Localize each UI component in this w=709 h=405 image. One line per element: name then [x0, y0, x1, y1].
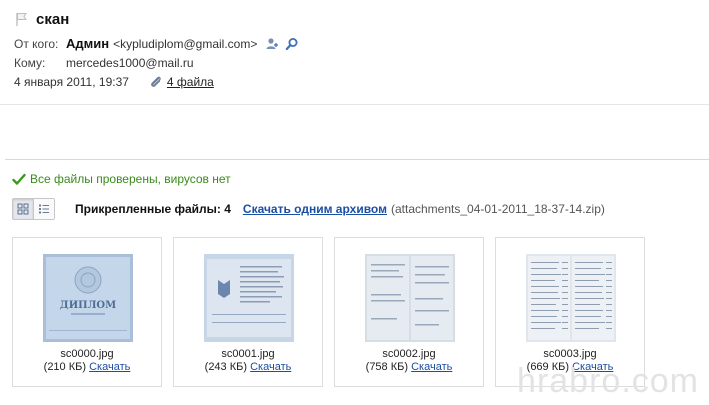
attachment-size: (210 КБ)	[43, 361, 87, 373]
virus-check-status: Все файлы проверены, вирусов нет	[12, 172, 231, 186]
from-row: От кого: Админ <kypludiplom@gmail.com>	[14, 36, 299, 51]
grid-view-button[interactable]	[13, 199, 33, 219]
download-link[interactable]: Скачать	[250, 361, 291, 373]
subject-row: скан	[14, 8, 69, 30]
add-contact-icon[interactable]	[265, 37, 279, 51]
diploma-word: ДИПЛОМ	[60, 300, 116, 311]
message-subject: скан	[36, 10, 70, 28]
attachment-card: sc0001.jpg (243 КБ) Скачать	[173, 237, 323, 387]
grid-icon	[17, 203, 29, 215]
files-count-link[interactable]: 4 файла	[167, 75, 214, 89]
attachment-size: (243 КБ)	[204, 361, 248, 373]
sender-email[interactable]: <kypludiplom@gmail.com>	[113, 37, 257, 51]
search-icon[interactable]	[285, 37, 299, 51]
virus-check-text: Все файлы проверены, вирусов нет	[30, 172, 231, 186]
checkmark-icon	[12, 173, 26, 185]
attachment-card: sc0002.jpg (758 КБ) Скачать	[334, 237, 484, 387]
download-link[interactable]: Скачать	[89, 361, 130, 373]
attachments-bar: Прикрепленные файлы: 4 Скачать одним арх…	[12, 198, 605, 220]
watermark: hrabro.com	[517, 362, 699, 400]
sender-name[interactable]: Админ	[66, 36, 109, 51]
grades-table-image	[526, 254, 616, 342]
download-archive-link[interactable]: Скачать одним архивом	[243, 202, 387, 216]
attachment-meta: (243 КБ) Скачать	[174, 361, 322, 373]
attachment-filename: sc0000.jpg	[60, 348, 114, 360]
attachments-title: Прикрепленные файлы: 4	[75, 202, 231, 216]
attachment-meta: (210 КБ) Скачать	[13, 361, 161, 373]
attachment-filename: sc0002.jpg	[382, 348, 436, 360]
recipient-email[interactable]: mercedes1000@mail.ru	[66, 56, 194, 70]
divider	[0, 104, 709, 105]
attachment-thumbnail[interactable]	[526, 254, 616, 342]
to-label: Кому:	[14, 56, 46, 70]
date-row: 4 января 2011, 19:37 4 файла	[14, 75, 214, 89]
archive-filename: (attachments_04-01-2011_18-37-14.zip)	[390, 202, 605, 216]
attachment-size: (758 КБ)	[365, 361, 409, 373]
list-icon	[39, 204, 49, 214]
download-link[interactable]: Скачать	[411, 361, 452, 373]
message-date: 4 января 2011, 19:37	[14, 75, 129, 89]
attachment-thumbnail[interactable]	[204, 254, 294, 342]
diploma-cover-image: ДИПЛОМ	[43, 254, 133, 342]
divider	[5, 159, 709, 160]
diploma-supplement-image	[365, 254, 455, 342]
attachment-filename: sc0003.jpg	[543, 348, 597, 360]
view-toggle	[12, 198, 55, 220]
paperclip-icon	[151, 76, 161, 87]
attachment-meta: (758 КБ) Скачать	[335, 361, 483, 373]
list-view-button[interactable]	[33, 199, 54, 219]
attachment-thumbnail[interactable]	[365, 254, 455, 342]
attachment-card: ДИПЛОМ sc0000.jpg (210 КБ) Скачать	[12, 237, 162, 387]
attachment-filename: sc0001.jpg	[221, 348, 275, 360]
flag-icon[interactable]	[14, 11, 30, 27]
diploma-inner-image	[204, 254, 294, 342]
from-label: От кого:	[14, 36, 59, 51]
to-row: Кому: mercedes1000@mail.ru	[14, 56, 194, 70]
attachment-thumbnail[interactable]: ДИПЛОМ	[43, 254, 133, 342]
message-header: скан От кого: Админ <kypludiplom@gmail.c…	[0, 0, 709, 104]
